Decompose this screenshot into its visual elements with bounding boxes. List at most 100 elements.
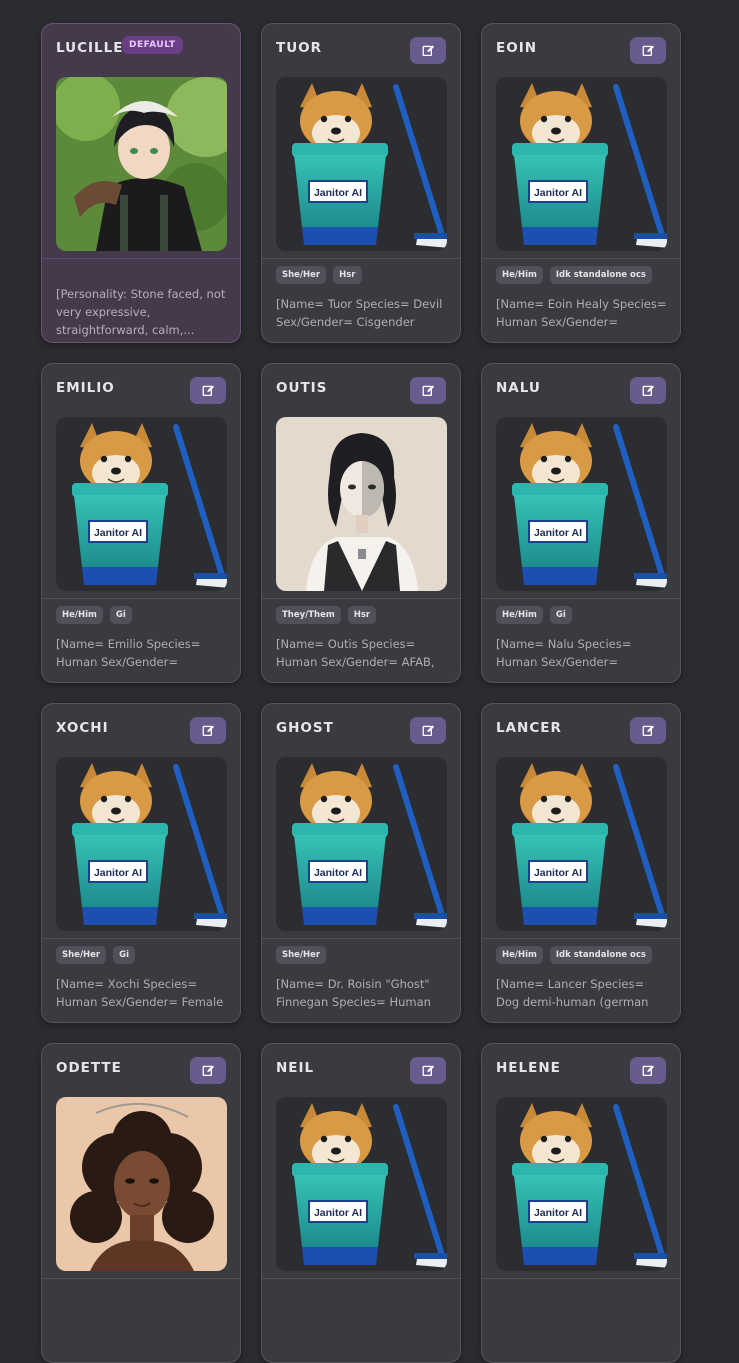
persona-card-lancer[interactable]: LANCER Janitor AI He/Him Idk standalone ocs… <box>481 703 681 1023</box>
persona-description: [Personality: Stone faced, not very expr… <box>56 287 226 337</box>
persona-avatar: Janitor AI <box>496 417 667 591</box>
card-divider <box>482 598 680 599</box>
persona-card-ghost[interactable]: GHOST Janitor AI She/Her [Name= Dr. Roisin … <box>261 703 461 1023</box>
persona-card-xochi[interactable]: XOCHI Janitor AI She/Her Gi [Name= Xochi Spe… <box>41 703 241 1023</box>
persona-avatar <box>56 77 227 251</box>
edit-persona-button[interactable] <box>410 377 446 404</box>
card-divider <box>42 938 240 939</box>
persona-name: LUCILLE <box>56 40 124 56</box>
tag: Idk standalone ocs <box>549 266 652 284</box>
card-divider <box>482 938 680 939</box>
edit-persona-button[interactable] <box>190 717 226 744</box>
persona-name: GHOST <box>276 720 334 736</box>
tag-list: She/Her <box>276 946 327 964</box>
edit-icon <box>202 384 215 397</box>
edit-icon <box>202 724 215 737</box>
persona-description: [Name= Xochi Species= Human Sex/Gender= … <box>56 977 224 1009</box>
persona-name: EMILIO <box>56 380 115 396</box>
persona-name: NEIL <box>276 1060 315 1076</box>
edit-icon <box>202 1064 215 1077</box>
edit-persona-button[interactable] <box>630 377 666 404</box>
edit-icon <box>422 724 435 737</box>
persona-name: EOIN <box>496 40 538 56</box>
card-divider <box>262 938 460 939</box>
edit-icon <box>422 44 435 57</box>
persona-card-odette[interactable]: ODETTE <box>41 1043 241 1363</box>
persona-name: OUTIS <box>276 380 328 396</box>
card-divider <box>262 258 460 259</box>
edit-icon <box>642 384 655 397</box>
svg-text:Janitor AI: Janitor AI <box>314 867 362 879</box>
edit-icon <box>422 384 435 397</box>
tag: Gi <box>549 606 572 624</box>
card-divider <box>482 258 680 259</box>
tag-list: He/Him Idk standalone ocs <box>496 946 652 964</box>
persona-description: [Name= Lancer Species= Dog demi-human (g… <box>496 977 649 1009</box>
persona-name: HELENE <box>496 1060 561 1076</box>
persona-avatar <box>56 1097 227 1271</box>
tag: She/Her <box>56 946 107 964</box>
default-badge: DEFAULT <box>122 36 183 54</box>
tag: He/Him <box>496 266 543 284</box>
edit-persona-button[interactable] <box>410 717 446 744</box>
persona-card-helene[interactable]: HELENE Janitor AI <box>481 1043 681 1363</box>
persona-avatar: Janitor AI <box>56 757 227 931</box>
svg-text:Janitor AI: Janitor AI <box>534 1207 582 1219</box>
persona-name: ODETTE <box>56 1060 122 1076</box>
edit-icon <box>642 1064 655 1077</box>
svg-text:Janitor AI: Janitor AI <box>534 527 582 539</box>
tag-list: He/Him Gi <box>496 606 572 624</box>
persona-card-neil[interactable]: NEIL Janitor AI <box>261 1043 461 1363</box>
card-divider <box>42 1278 240 1279</box>
persona-avatar <box>276 417 447 591</box>
edit-persona-button[interactable] <box>410 1057 446 1084</box>
edit-icon <box>642 724 655 737</box>
persona-name: LANCER <box>496 720 562 736</box>
persona-card-lucille[interactable]: LUCILLE DEFAULT [Personality: Stone faced,… <box>41 23 241 343</box>
edit-persona-button[interactable] <box>630 717 666 744</box>
persona-card-nalu[interactable]: NALU Janitor AI He/Him Gi [Name= Nalu Specie… <box>481 363 681 683</box>
svg-text:Janitor AI: Janitor AI <box>94 527 142 539</box>
edit-persona-button[interactable] <box>630 1057 666 1084</box>
tag: Gi <box>109 606 132 624</box>
tag-list: She/Her Hsr <box>276 266 362 284</box>
persona-avatar: Janitor AI <box>496 1097 667 1271</box>
persona-card-emilio[interactable]: EMILIO Janitor AI He/Him Gi [Name= Emilio Sp… <box>41 363 241 683</box>
svg-text:Janitor AI: Janitor AI <box>314 187 362 199</box>
edit-persona-button[interactable] <box>190 377 226 404</box>
persona-card-eoin[interactable]: EOIN Janitor AI He/Him Idk standalone ocs [N… <box>481 23 681 343</box>
persona-avatar: Janitor AI <box>276 1097 447 1271</box>
tag: She/Her <box>276 946 327 964</box>
tag: He/Him <box>496 946 543 964</box>
svg-text:Janitor AI: Janitor AI <box>314 1207 362 1219</box>
persona-card-outis[interactable]: OUTIS They/Them Hsr [Name= Outis Species= H… <box>261 363 461 683</box>
persona-description: [Name= Nalu Species= Human Sex/Gender= <box>496 637 632 669</box>
persona-name: NALU <box>496 380 541 396</box>
edit-icon <box>422 1064 435 1077</box>
svg-text:Janitor AI: Janitor AI <box>534 187 582 199</box>
edit-persona-button[interactable] <box>190 1057 226 1084</box>
tag-list: He/Him Idk standalone ocs <box>496 266 652 284</box>
edit-persona-button[interactable] <box>410 37 446 64</box>
card-divider <box>482 1278 680 1279</box>
persona-avatar: Janitor AI <box>276 757 447 931</box>
tag: She/Her <box>276 266 327 284</box>
tag: They/Them <box>276 606 341 624</box>
persona-avatar: Janitor AI <box>496 757 667 931</box>
persona-description: [Name= Eoin Healy Species= Human Sex/Gen… <box>496 297 667 329</box>
persona-avatar: Janitor AI <box>496 77 667 251</box>
tag: Idk standalone ocs <box>549 946 652 964</box>
persona-avatar: Janitor AI <box>276 77 447 251</box>
persona-avatar: Janitor AI <box>56 417 227 591</box>
persona-description: [Name= Tuor Species= Devil Sex/Gender= C… <box>276 297 443 329</box>
svg-text:Janitor AI: Janitor AI <box>534 867 582 879</box>
persona-description: [Name= Outis Species= Human Sex/Gender= … <box>276 637 435 669</box>
edit-persona-button[interactable] <box>630 37 666 64</box>
persona-description: [Name= Dr. Roisin "Ghost" Finnegan Speci… <box>276 977 431 1009</box>
card-divider <box>262 598 460 599</box>
edit-icon <box>642 44 655 57</box>
tag: Hsr <box>347 606 377 624</box>
persona-card-tuor[interactable]: TUOR Janitor AI She/Her Hsr [Name= Tuor Spec… <box>261 23 461 343</box>
tag: Hsr <box>333 266 362 284</box>
persona-name: TUOR <box>276 40 323 56</box>
